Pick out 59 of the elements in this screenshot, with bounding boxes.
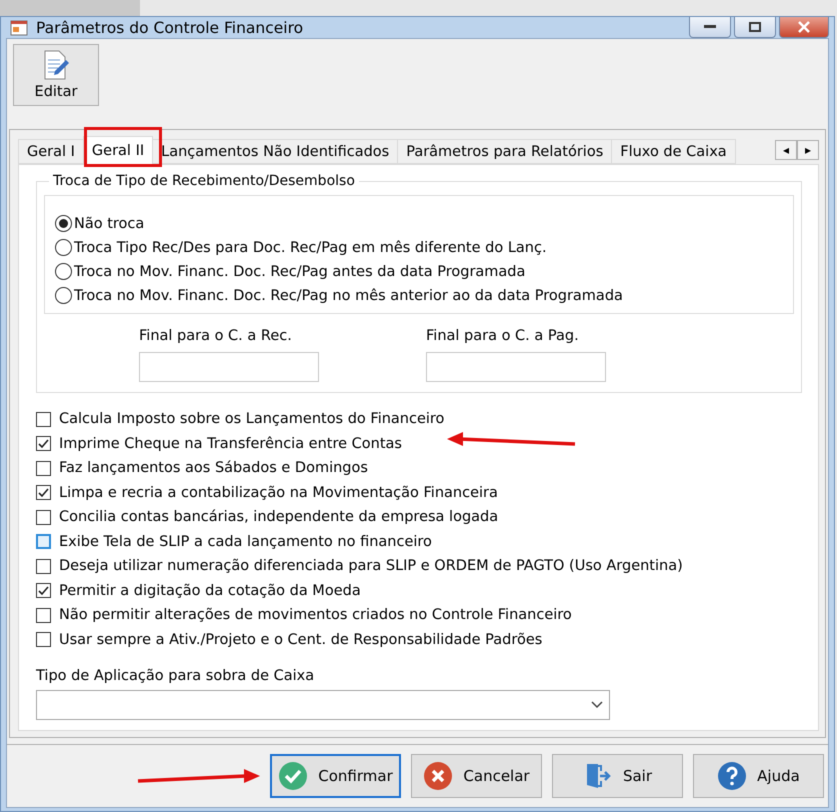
tab-scroll-button[interactable]: ◂	[775, 140, 797, 160]
checkbox[interactable]	[36, 485, 51, 500]
checkbox[interactable]	[36, 412, 51, 427]
checkbox[interactable]	[36, 436, 51, 452]
cancel-button[interactable]: Cancelar	[411, 754, 542, 798]
checkbox[interactable]	[36, 558, 51, 574]
edit-button[interactable]: Editar	[13, 44, 99, 106]
checkbox-option[interactable]: Permitir a digitação da cotação da Moeda	[36, 578, 361, 603]
radio-label: Troca no Mov. Financ. Doc. Rec/Pag antes da data Programada	[74, 264, 526, 280]
exit-button[interactable]: Sair	[552, 754, 683, 798]
checkbox-option[interactable]: Imprime Cheque na Transferência entre Contas	[36, 432, 402, 456]
help-icon	[717, 761, 748, 791]
tab[interactable]: Parâmetros para Relatórios	[397, 139, 612, 164]
checkbox-option[interactable]: Usar sempre a Ativ./Projeto e o Cent. de Responsabilidade Padrões	[36, 628, 542, 652]
checkbox[interactable]	[36, 632, 51, 648]
radio-label: Não troca	[74, 216, 144, 232]
radio-button[interactable]	[55, 215, 72, 232]
checkbox[interactable]	[36, 583, 51, 598]
close-icon	[423, 761, 454, 791]
check-icon	[278, 761, 308, 791]
group-title: Troca de Tipo de Recebimento/Desembolso	[52, 173, 356, 189]
minimize-button[interactable]	[689, 17, 731, 38]
checkbox[interactable]	[36, 608, 51, 623]
close-button[interactable]	[779, 17, 829, 38]
chevron-down-icon	[591, 701, 603, 709]
radio-button[interactable]	[55, 239, 72, 256]
tab-scroll-button[interactable]: ▸	[797, 140, 819, 160]
field-label: Final para o C. a Rec.	[139, 328, 293, 344]
radio-label: Troca no Mov. Financ. Doc. Rec/Pag no mês anterior ao da data Programada	[74, 288, 623, 304]
checkbox[interactable]	[36, 510, 51, 525]
checkbox-option[interactable]: Deseja utilizar numeração diferenciada para SLIP e ORDEM de PAGTO (Uso Argentina)	[36, 554, 683, 578]
document-pencil-icon	[42, 50, 70, 80]
window-title: Parâmetros do Controle Financeiro	[36, 18, 304, 36]
maximize-icon	[749, 22, 761, 32]
input-field[interactable]	[426, 352, 606, 382]
checkbox-option[interactable]: Exibe Tela de SLIP a cada lançamento no financeiro	[36, 530, 432, 554]
checkbox-option[interactable]: Calcula Imposto sobre os Lançamentos do Financeiro	[36, 407, 444, 432]
radio-button[interactable]	[55, 263, 72, 280]
checkbox-option[interactable]: Concilia contas bancárias, independente da empresa logada	[36, 505, 498, 530]
close-icon	[797, 21, 811, 33]
minimize-icon	[704, 25, 716, 29]
app-icon	[10, 18, 28, 36]
dropdown-label: Tipo de Aplicação para sobra de Caixa	[36, 668, 316, 684]
help-button[interactable]: Ajuda	[693, 754, 824, 798]
checkbox[interactable]	[36, 460, 51, 476]
tab[interactable]: Geral I	[18, 139, 84, 164]
input-field[interactable]	[139, 352, 319, 382]
checkbox-option[interactable]: Faz lançamentos aos Sábados e Domingos	[36, 456, 368, 480]
checkbox[interactable]	[36, 534, 51, 550]
checkbox-option[interactable]: Não permitir alterações de movimentos criados no Controle Financeiro	[36, 603, 572, 628]
field-label: Final para o C. a Pag.	[426, 328, 580, 344]
maximize-button[interactable]	[734, 17, 776, 38]
radio-label: Troca Tipo Rec/Des para Doc. Rec/Pag em mês diferente do Lanç.	[74, 240, 547, 256]
radio-button[interactable]	[55, 287, 72, 304]
confirm-button[interactable]: Confirmar	[270, 754, 401, 798]
tab[interactable]: Fluxo de Caixa	[611, 139, 736, 164]
tab[interactable]: Lançamentos Não Identificados	[152, 139, 398, 164]
checkbox-option[interactable]: Limpa e recria a contabilização na Movimentação Financeira	[36, 480, 498, 505]
tab[interactable]: Geral II	[82, 136, 154, 164]
